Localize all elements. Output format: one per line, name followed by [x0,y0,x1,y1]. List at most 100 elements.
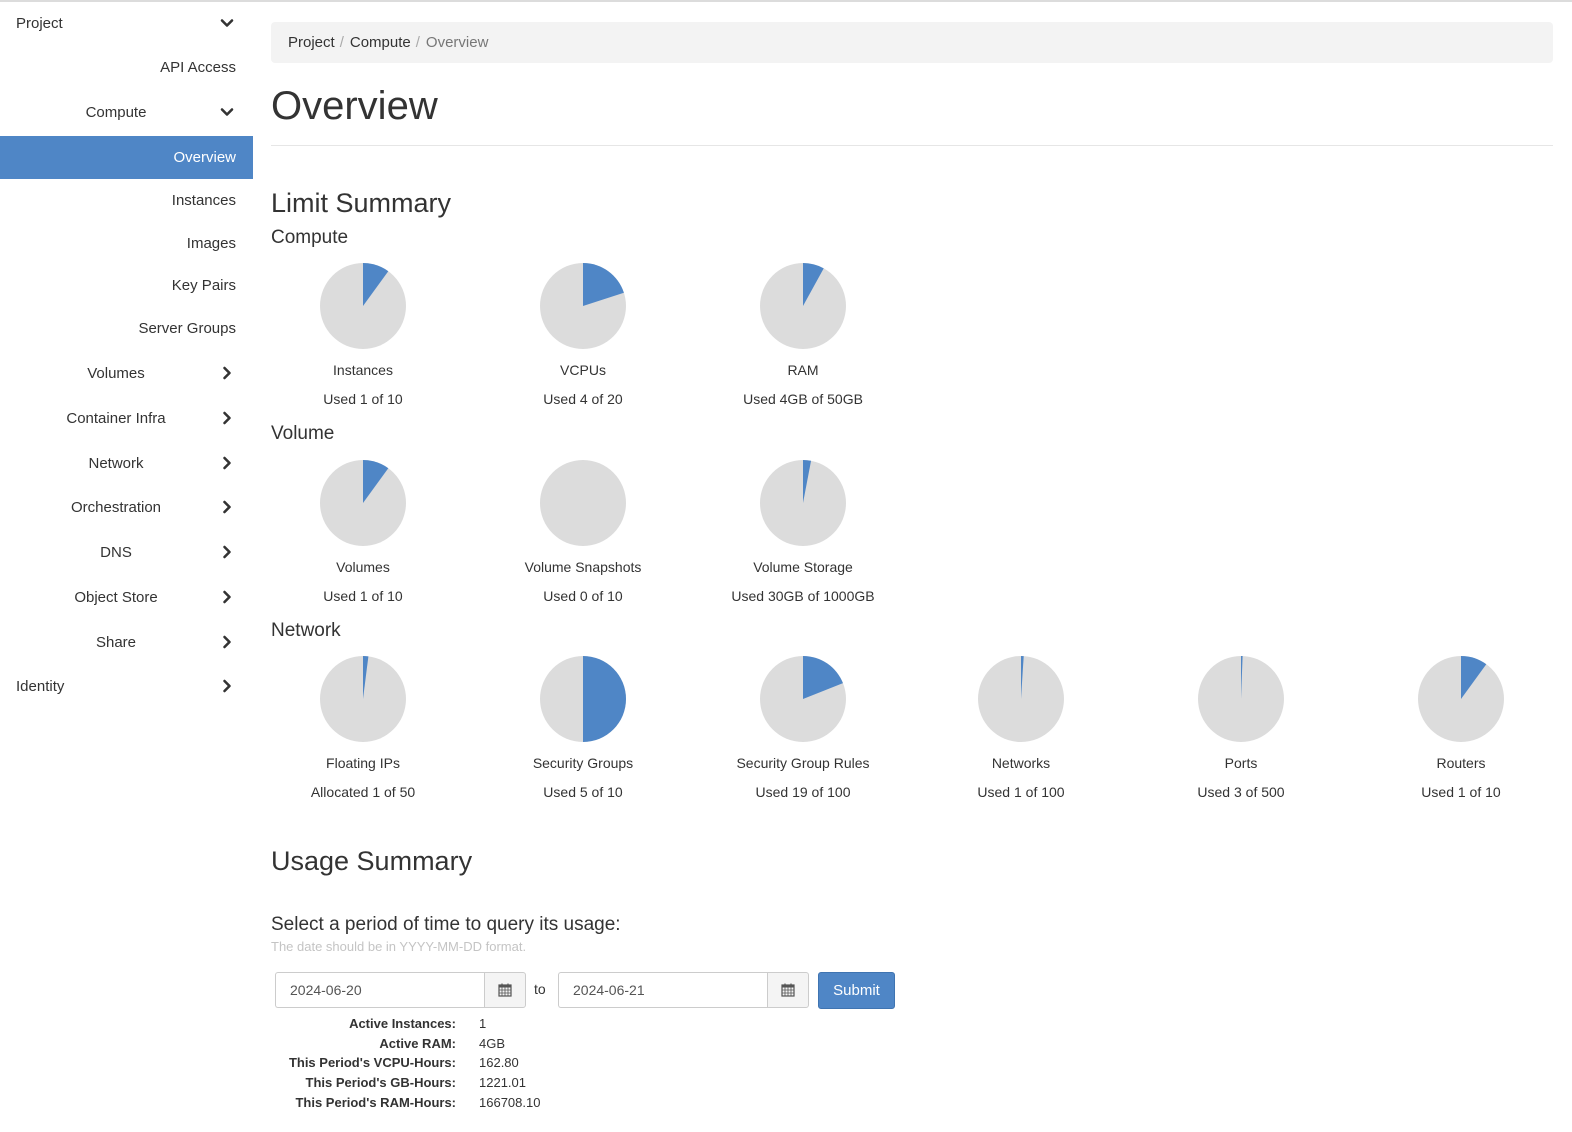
stat-label: Active Instances: [349,1016,456,1032]
end-date-calendar-button[interactable] [767,972,809,1008]
sidebar-item-object-store[interactable]: Object Store [0,575,253,619]
submit-button[interactable]: Submit [818,972,895,1009]
pie-label: Floating IPs [326,755,400,771]
chevron-right-icon [219,455,235,471]
sidebar-item-label: Identity [16,677,65,695]
pie-usage: Used 5 of 10 [543,784,623,800]
chevron-right-icon [219,544,235,560]
stat-label: This Period's GB-Hours: [305,1075,456,1091]
pie-card-vcpus: VCPUs Used 4 of 20 [491,262,711,412]
sidebar-item-project[interactable]: Project [0,1,253,45]
sidebar-item-share[interactable]: Share [0,620,253,664]
divider [271,145,1553,146]
pie-label: Instances [333,362,393,378]
sidebar-item-network[interactable]: Network [0,441,253,485]
pie-usage: Used 4GB of 50GB [743,391,863,407]
pie-label: Volume Storage [753,559,853,575]
breadcrumb: Project / Compute / Overview [271,22,1553,63]
sidebar-item-container-infra[interactable]: Container Infra [0,396,253,440]
stat-gb-hours: This Period's GB-Hours: 1221.01 [271,1073,671,1093]
stat-label: This Period's RAM-Hours: [295,1094,456,1110]
chevron-right-icon [219,634,235,650]
sidebar-item-label: Overview [173,149,236,166]
sidebar-item-label: API Access [160,59,236,76]
breadcrumb-compute[interactable]: Compute [350,34,411,51]
pie-card-ram: RAM Used 4GB of 50GB [711,262,931,412]
routers-pie-chart [1418,656,1504,742]
pie-card-security-groups: Security Groups Used 5 of 10 [491,655,711,805]
network-limits-title: Network [271,620,341,641]
sidebar-item-images[interactable]: Images [0,222,253,265]
chevron-down-icon [219,104,235,120]
volume-snapshots-pie-chart [540,460,626,546]
sidebar-item-orchestration[interactable]: Orchestration [0,485,253,529]
sidebar-item-label: Images [186,235,236,252]
volume-limits-title: Volume [271,423,335,444]
calendar-icon [498,983,512,997]
pie-label: Networks [991,755,1051,771]
ram-pie-chart [760,263,846,349]
pie-label: Volume Snapshots [524,559,642,575]
sidebar-item-api-access[interactable]: API Access [0,46,253,89]
stat-label: Active RAM: [379,1035,456,1051]
end-date-input[interactable] [558,972,767,1008]
sidebar-item-label: Network [88,454,144,472]
pie-label: RAM [787,362,819,378]
page-title: Overview [271,84,438,128]
start-date-input[interactable] [275,972,484,1008]
calendar-icon [781,983,795,997]
stat-active-instances: Active Instances: 1 [271,1014,671,1034]
pie-usage: Used 3 of 500 [1197,784,1285,800]
sidebar-item-label: Share [95,633,137,651]
pie-usage: Used 4 of 20 [543,391,623,407]
sidebar-item-label: Container Infra [66,409,166,427]
pie-used-slice [583,656,626,742]
start-date-calendar-button[interactable] [484,972,526,1008]
chevron-right-icon [219,499,235,515]
chevron-right-icon [219,365,235,381]
sidebar-item-identity[interactable]: Identity [0,664,253,708]
sidebar-item-key-pairs[interactable]: Key Pairs [0,264,253,307]
sidebar-item-label: Volumes [87,364,145,382]
pie-label: VCPUs [560,362,606,378]
volume-storage-pie-chart [760,460,846,546]
sidebar-item-instances[interactable]: Instances [0,179,253,222]
sidebar-item-overview[interactable]: Overview [0,136,253,179]
breadcrumb-project[interactable]: Project [288,34,335,51]
security-groups-pie-chart [540,656,626,742]
end-date-picker [558,972,809,1008]
pie-usage: Used 19 of 100 [755,784,851,800]
stat-active-ram: Active RAM: 4GB [271,1034,671,1054]
pie-usage: Used 1 of 10 [323,588,403,604]
pie-usage: Used 30GB of 1000GB [731,588,875,604]
usage-summary-title: Usage Summary [271,846,473,876]
network-limits-row: Floating IPs Allocated 1 of 50 Security … [271,655,1553,805]
pie-card-security-group-rules: Security Group Rules Used 19 of 100 [711,655,931,805]
sidebar-item-compute[interactable]: Compute [0,90,253,134]
stat-value: 162.80 [479,1055,519,1071]
stat-value: 4GB [479,1035,506,1051]
pie-usage: Allocated 1 of 50 [310,784,416,800]
stat-ram-hours: This Period's RAM-Hours: 166708.10 [271,1092,671,1112]
stat-value: 1221.01 [479,1075,526,1091]
sidebar-item-server-groups[interactable]: Server Groups [0,307,253,350]
sidebar-item-volumes[interactable]: Volumes [0,351,253,395]
pie-card-instances: Instances Used 1 of 10 [271,262,491,412]
volume-limits-row: Volumes Used 1 of 10 Volume Snapshots Us… [271,459,1553,609]
pie-card-routers: Routers Used 1 of 10 [1369,655,1572,805]
pie-label: Security Group Rules [736,755,870,771]
pie-card-volumes: Volumes Used 1 of 10 [271,459,491,609]
date-range-to-label: to [534,981,546,997]
compute-limits-row: Instances Used 1 of 10 VCPUs Used 4 of 2… [271,262,1553,412]
pie-label: Security Groups [532,755,634,771]
vcpus-pie-chart [540,263,626,349]
pie-remaining [540,460,626,546]
usage-query-title: Select a period of time to query its usa… [271,914,621,935]
networks-pie-chart [978,655,1064,742]
chevron-down-icon [219,15,235,31]
pie-label: Volumes [336,559,390,575]
sidebar-item-label: Orchestration [70,498,162,516]
sidebar-item-dns[interactable]: DNS [0,530,253,574]
pie-usage: Used 1 of 100 [977,784,1065,800]
stat-label: This Period's VCPU-Hours: [288,1055,456,1071]
